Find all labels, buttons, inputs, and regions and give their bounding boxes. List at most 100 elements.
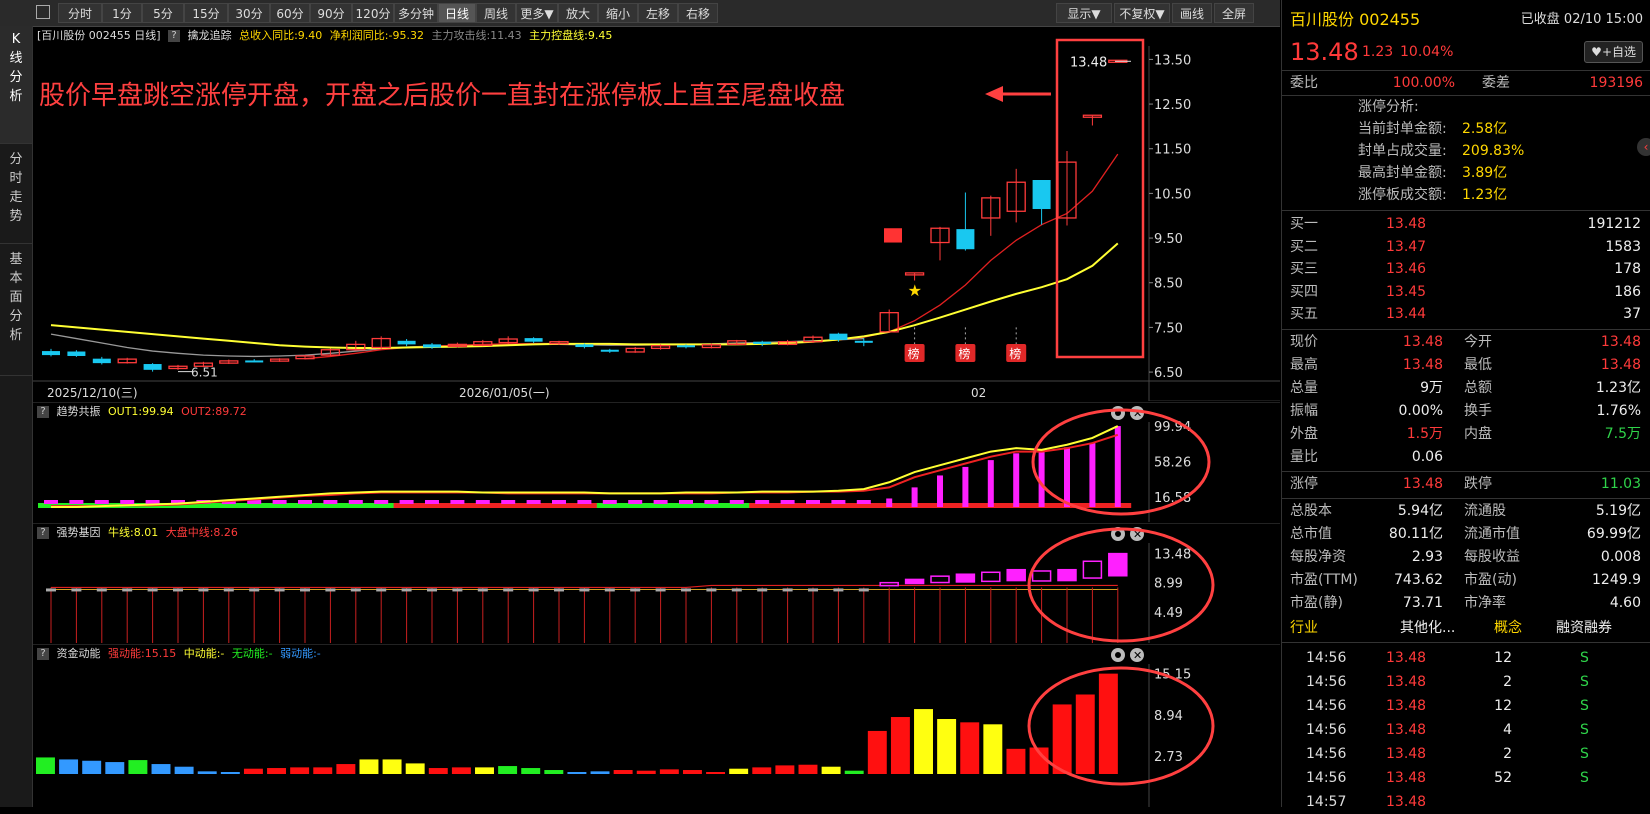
stat-value: 11.03 bbox=[1600, 476, 1641, 492]
candlestick-chart[interactable]: 13.50 12.50 11.50 10.50 9.50 8.50 7.50 6.50 2025… bbox=[33, 26, 1280, 401]
toolbar-button-15[interactable]: 右移 bbox=[678, 3, 718, 23]
grid-icon[interactable] bbox=[36, 5, 50, 19]
momentum-bar bbox=[867, 730, 887, 774]
momentum-bar bbox=[243, 768, 263, 774]
fund-momentum-chart[interactable]: 15.15 8.94 2.73 ✕ bbox=[33, 644, 1280, 807]
limit-value: 3.89亿 bbox=[1462, 165, 1508, 181]
industry-value[interactable]: 其他化... bbox=[1400, 617, 1455, 640]
toolbar-button-13[interactable]: 缩小 bbox=[598, 3, 638, 23]
side-tab-1[interactable]: 分时走势 bbox=[0, 146, 32, 244]
stat-label: 现价 bbox=[1290, 334, 1318, 350]
toolbar-right-button-2[interactable]: 画线 bbox=[1172, 3, 1212, 23]
separator bbox=[1282, 329, 1650, 330]
industry-label[interactable]: 行业 bbox=[1290, 617, 1318, 640]
market-mid-line bbox=[51, 584, 1118, 589]
limit-value: 1.23亿 bbox=[1462, 187, 1508, 203]
bid-label: 买四 bbox=[1290, 283, 1318, 300]
candle-body bbox=[956, 229, 975, 250]
bid-volume: 37 bbox=[1623, 306, 1641, 322]
trend-bar bbox=[577, 500, 592, 504]
gene-mark bbox=[147, 588, 158, 592]
toolbar-button-12[interactable]: 放大 bbox=[558, 3, 598, 23]
tick-time: 14:56 bbox=[1306, 650, 1347, 666]
momentum-bar bbox=[521, 768, 541, 774]
bid-label: 买二 bbox=[1290, 238, 1318, 255]
toolbar-button-9[interactable]: 日线 bbox=[438, 3, 476, 23]
bid-price: 13.45 bbox=[1386, 283, 1427, 300]
gene-mark bbox=[274, 588, 285, 592]
concept-link[interactable]: 概念 bbox=[1494, 617, 1522, 640]
toolbar-button-14[interactable]: 左移 bbox=[638, 3, 678, 23]
gene-bar bbox=[904, 578, 925, 585]
toolbar-button-0[interactable]: 分时 bbox=[58, 3, 102, 23]
candle-body bbox=[829, 333, 848, 340]
bid-volume: 186 bbox=[1614, 283, 1641, 300]
stat-value: 2.93 bbox=[1411, 549, 1443, 565]
candle-body bbox=[575, 344, 594, 348]
trend-bar bbox=[298, 500, 312, 504]
gene-bar bbox=[1082, 560, 1103, 579]
stat-label: 最低 bbox=[1464, 357, 1492, 373]
toolbar-button-6[interactable]: 90分 bbox=[310, 3, 352, 23]
tick-volume bbox=[1472, 790, 1512, 814]
side-tab-char: 本 bbox=[9, 271, 23, 286]
y-tick-label: 8.99 bbox=[1154, 577, 1183, 592]
tick-direction: S bbox=[1580, 650, 1589, 666]
toolbar-right-button-0[interactable]: 显示▼ bbox=[1056, 3, 1112, 23]
gene-bar bbox=[981, 571, 1001, 583]
gene-mark bbox=[477, 588, 488, 592]
toolbar-right-button-1[interactable]: 不复权▼ bbox=[1114, 3, 1170, 23]
toolbar-button-7[interactable]: 120分 bbox=[352, 3, 394, 23]
separator bbox=[1282, 498, 1650, 499]
trend-bar bbox=[1064, 447, 1070, 507]
y-tick-label: 15.15 bbox=[1154, 668, 1191, 683]
toolbar-button-11[interactable]: 更多▼ bbox=[516, 3, 558, 23]
rank-badge-text: 榜 bbox=[1009, 346, 1021, 361]
toolbar-button-8[interactable]: 多分钟 bbox=[394, 3, 438, 23]
gene-mark bbox=[71, 588, 82, 592]
gene-mark bbox=[604, 588, 615, 592]
stat-value: 13.48 bbox=[1600, 357, 1641, 373]
tick-price: 13.48 bbox=[1386, 650, 1427, 666]
highlight-box bbox=[1055, 38, 1145, 359]
gene-bar bbox=[1057, 568, 1077, 582]
toolbar-button-1[interactable]: 1分 bbox=[102, 3, 142, 23]
watchlist-button[interactable]: ♥+自选 bbox=[1584, 41, 1643, 63]
tick-time: 14:56 bbox=[1306, 746, 1347, 762]
trend-bar bbox=[323, 500, 338, 504]
toolbar-button-2[interactable]: 5分 bbox=[142, 3, 184, 23]
side-tab-2[interactable]: 基本面分析 bbox=[0, 246, 32, 376]
collapse-arrow-icon[interactable]: ‹ bbox=[1637, 138, 1650, 156]
weibi-value: 100.00% bbox=[1392, 75, 1455, 91]
momentum-bar bbox=[752, 767, 772, 774]
stat-label: 换手 bbox=[1464, 403, 1492, 419]
strong-gene-chart[interactable]: 13.488.994.49✕ bbox=[33, 523, 1280, 643]
toolbar-button-4[interactable]: 30分 bbox=[228, 3, 270, 23]
gene-mark bbox=[833, 588, 844, 592]
margin-link[interactable]: 融资融券 bbox=[1556, 617, 1612, 640]
trend-resonance-chart[interactable]: 99.9458.2616.58✕ bbox=[33, 402, 1280, 522]
momentum-bar bbox=[59, 759, 79, 774]
quote-panel: 百川股份 002455 已收盘 02/10 15:00 13.48 1.23 1… bbox=[1281, 0, 1650, 810]
y-tick-label: 2.73 bbox=[1154, 750, 1183, 765]
trend-bar bbox=[1013, 453, 1020, 507]
gene-mark bbox=[757, 588, 768, 592]
toolbar-button-3[interactable]: 15分 bbox=[184, 3, 228, 23]
toolbar-button-10[interactable]: 周线 bbox=[476, 3, 516, 23]
stat-label: 振幅 bbox=[1290, 403, 1318, 419]
tick-volume: 2 bbox=[1503, 746, 1512, 762]
trend-bar bbox=[856, 500, 871, 504]
momentum-bar bbox=[821, 766, 841, 774]
candle-body bbox=[67, 351, 86, 356]
trend-bar bbox=[628, 500, 643, 504]
momentum-bar bbox=[336, 764, 356, 774]
tick-price: 13.48 bbox=[1386, 698, 1427, 714]
toolbar-right-button-3[interactable]: 全屏 bbox=[1214, 3, 1254, 23]
rank-badge-text: 榜 bbox=[958, 346, 970, 361]
toolbar-button-5[interactable]: 60分 bbox=[270, 3, 310, 23]
tick-volume: 4 bbox=[1503, 722, 1512, 738]
stat-value: 0.06 bbox=[1411, 449, 1443, 465]
momentum-bar bbox=[567, 772, 587, 774]
momentum-bar bbox=[960, 722, 980, 774]
side-tab-0[interactable]: K线分析 bbox=[0, 26, 32, 144]
